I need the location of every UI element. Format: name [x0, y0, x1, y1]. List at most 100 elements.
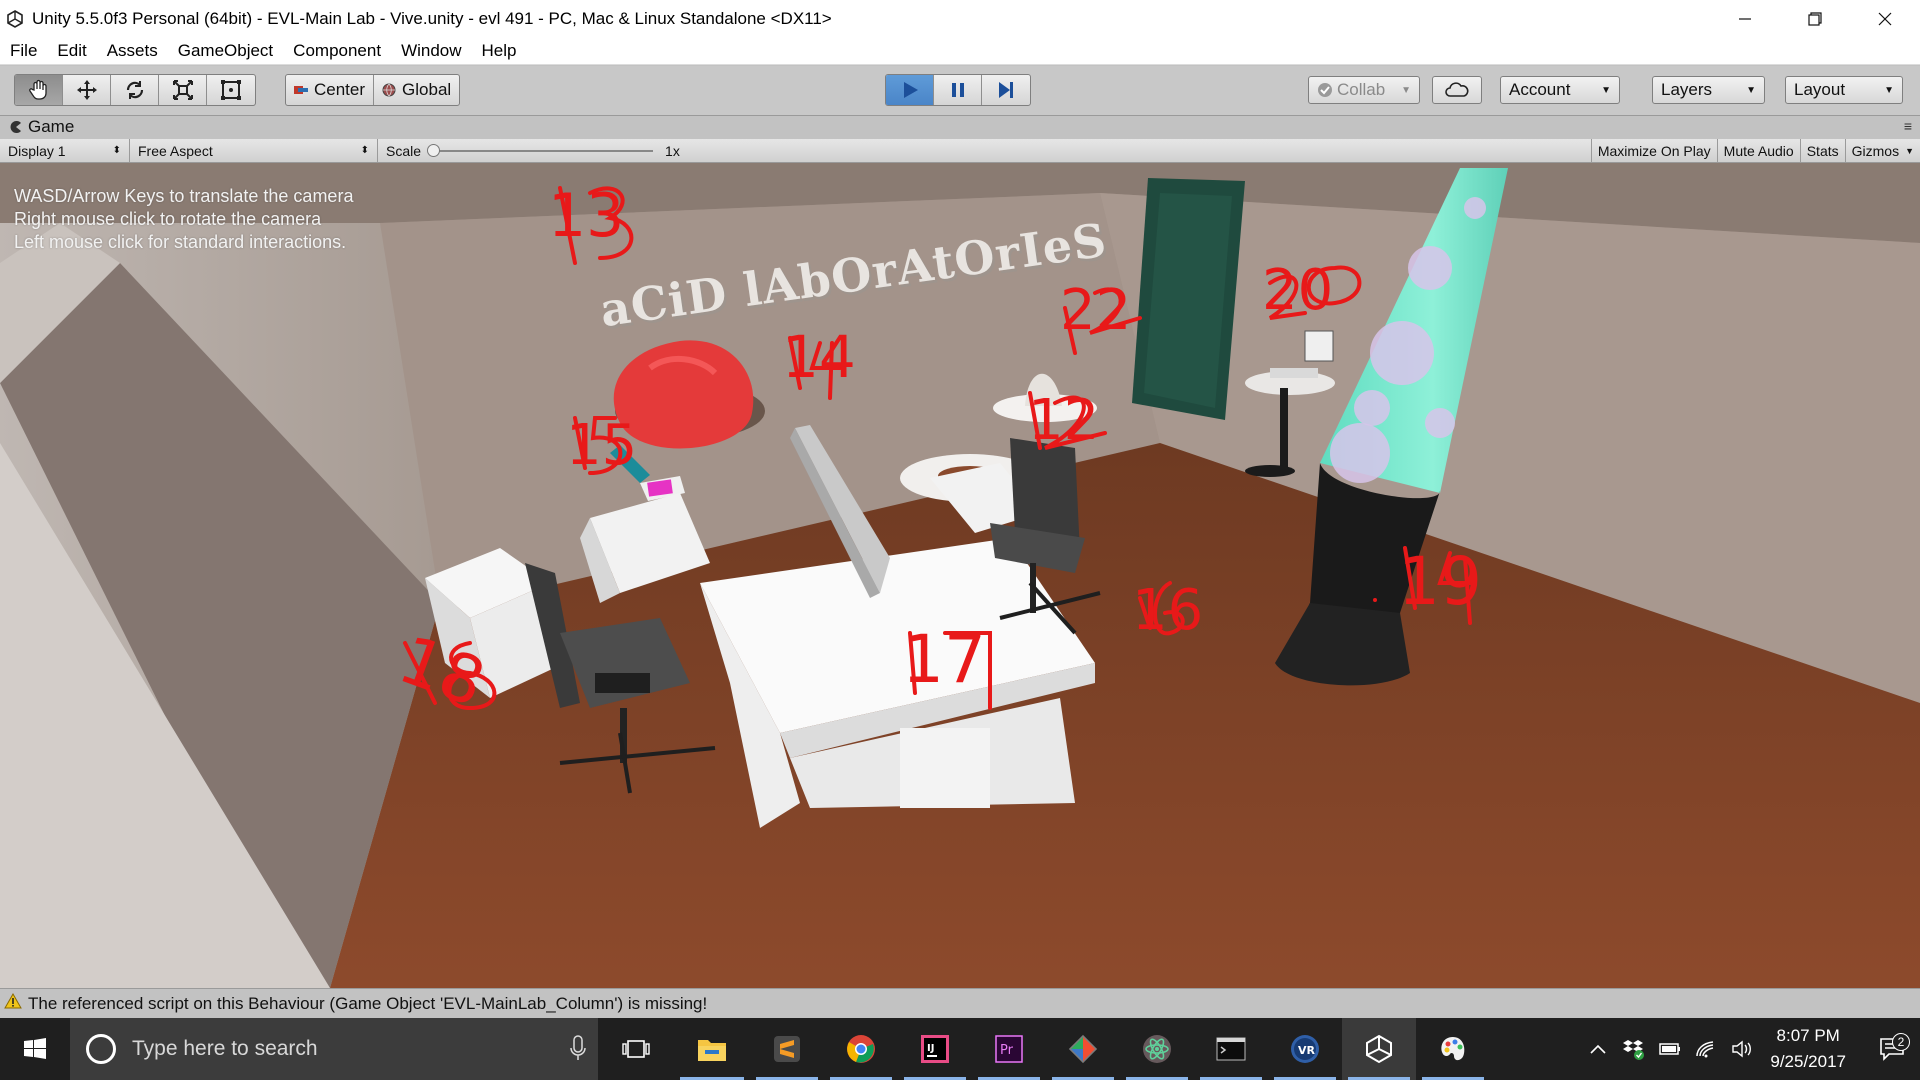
restore-button[interactable] — [1780, 0, 1850, 37]
svg-text:IJ: IJ — [927, 1043, 934, 1054]
account-dropdown[interactable]: Account ▼ — [1500, 76, 1620, 104]
volume-tray-button[interactable] — [1724, 1040, 1760, 1058]
scale-slider[interactable] — [427, 143, 654, 157]
cloud-button[interactable] — [1432, 76, 1482, 104]
intellij-icon: IJ — [921, 1035, 949, 1063]
status-message: The referenced script on this Behaviour … — [28, 993, 708, 1013]
show-hidden-icons-button[interactable] — [1580, 1044, 1616, 1054]
taskbar-search[interactable]: Type here to search — [70, 1018, 598, 1080]
collab-label: Collab — [1337, 80, 1386, 99]
menu-edit[interactable]: Edit — [47, 37, 96, 65]
main-toolbar: Center Global Collab ▼ Account ▼ Layers … — [0, 66, 1920, 116]
dropbox-tray-button[interactable] — [1616, 1038, 1652, 1060]
display-select[interactable]: Display 1 ⬍ — [0, 138, 130, 163]
close-button[interactable] — [1850, 0, 1920, 37]
display-label: Display 1 — [8, 142, 66, 159]
move-tool-button[interactable] — [63, 75, 111, 105]
menu-bar: File Edit Assets GameObject Component Wi… — [0, 37, 1920, 65]
action-center-button[interactable]: 2 — [1864, 1033, 1920, 1061]
taskbar-terminal[interactable] — [1194, 1018, 1268, 1080]
gizmos-dropdown[interactable]: Gizmos ▼ — [1844, 138, 1920, 163]
annotation-label: 20 — [1262, 258, 1334, 323]
taskbar-clock[interactable]: 8:07 PM 9/25/2017 — [1770, 1023, 1846, 1075]
rotate-icon — [126, 81, 143, 99]
layout-dropdown[interactable]: Layout ▼ — [1785, 76, 1903, 104]
stats-toggle[interactable]: Stats — [1799, 138, 1845, 163]
check-circle-icon — [1318, 83, 1332, 97]
taskbar-premiere[interactable]: Pr — [972, 1018, 1046, 1080]
vr-icon: VR — [1291, 1035, 1319, 1063]
terminal-icon — [1216, 1037, 1246, 1061]
cortana-icon — [86, 1034, 116, 1064]
taskbar-sublime-text[interactable] — [750, 1018, 824, 1080]
instruction-line: Right mouse click to rotate the camera — [14, 209, 322, 229]
scale-tool-button[interactable] — [159, 75, 207, 105]
globe-icon — [382, 83, 396, 97]
game-view[interactable]: WASD/Arrow Keys to translate the camera … — [0, 163, 1920, 988]
taskbar-intellij[interactable]: IJ — [898, 1018, 972, 1080]
annotation-label: 13 — [548, 181, 625, 251]
menu-help[interactable]: Help — [472, 37, 527, 65]
console-status-bar[interactable]: The referenced script on this Behaviour … — [0, 988, 1920, 1018]
tab-game[interactable]: Game — [10, 117, 74, 137]
pivot-center-button[interactable]: Center — [286, 75, 375, 105]
gizmos-label: Gizmos — [1851, 142, 1900, 159]
chevron-down-icon: ▼ — [1746, 84, 1756, 96]
maximize-on-play-toggle[interactable]: Maximize On Play — [1590, 138, 1717, 163]
play-button[interactable] — [886, 75, 934, 105]
step-icon — [999, 82, 1013, 98]
rotate-tool-button[interactable] — [111, 75, 159, 105]
taskbar-vr-app[interactable]: VR — [1268, 1018, 1342, 1080]
pivot-global-button[interactable]: Global — [374, 75, 459, 105]
search-placeholder: Type here to search — [132, 1037, 318, 1060]
windows-logo-icon — [24, 1038, 46, 1059]
menu-file[interactable]: File — [0, 37, 47, 65]
task-view-button[interactable] — [598, 1018, 674, 1080]
pivot-toggles: Center Global — [285, 74, 461, 106]
clock-date: 9/25/2017 — [1770, 1052, 1846, 1071]
layers-label: Layers — [1661, 80, 1713, 99]
game-panel-tab: Game ≡ — [0, 116, 1920, 138]
transform-tools — [14, 74, 256, 106]
system-tray: 8:07 PM 9/25/2017 2 — [1580, 1018, 1920, 1080]
pacman-icon — [10, 121, 21, 133]
taskbar-paint[interactable] — [1416, 1018, 1490, 1080]
taskbar-unity[interactable] — [1342, 1018, 1416, 1080]
taskbar-chrome[interactable] — [824, 1018, 898, 1080]
start-button[interactable] — [0, 1018, 70, 1080]
camera-instructions: WASD/Arrow Keys to translate the camera … — [14, 185, 353, 254]
svg-text:VR: VR — [1298, 1044, 1316, 1057]
windows-taskbar: Type here to search IJ Pr VR 8:07 PM 9/2… — [0, 1018, 1920, 1080]
pause-icon — [951, 83, 964, 97]
taskbar-atom[interactable] — [1120, 1018, 1194, 1080]
updown-icon: ⬍ — [112, 145, 121, 156]
taskbar-git[interactable] — [1046, 1018, 1120, 1080]
warning-icon — [4, 992, 22, 1014]
pivot-center-icon — [294, 86, 308, 94]
wifi-tray-button[interactable] — [1688, 1040, 1724, 1058]
minimize-button[interactable] — [1710, 0, 1780, 37]
maximize-label: Maximize On Play — [1597, 142, 1711, 159]
step-button[interactable] — [982, 75, 1030, 105]
mute-audio-toggle[interactable]: Mute Audio — [1716, 138, 1800, 163]
chevron-up-icon — [1590, 1044, 1606, 1054]
pause-button[interactable] — [934, 75, 982, 105]
menu-gameobject[interactable]: GameObject — [168, 37, 283, 65]
panel-menu-icon[interactable]: ≡ — [1904, 118, 1912, 134]
scale-slider-thumb[interactable] — [427, 143, 441, 157]
rect-transform-icon — [221, 80, 241, 100]
task-view-icon — [622, 1040, 650, 1058]
chevron-down-icon: ▼ — [1884, 84, 1894, 96]
chevron-down-icon: ▼ — [1401, 84, 1411, 96]
taskbar-file-explorer[interactable] — [674, 1018, 750, 1080]
microphone-icon[interactable] — [570, 1034, 586, 1067]
rect-tool-button[interactable] — [207, 75, 255, 105]
collab-dropdown[interactable]: Collab ▼ — [1308, 76, 1420, 104]
menu-component[interactable]: Component — [283, 37, 391, 65]
battery-tray-button[interactable] — [1652, 1041, 1688, 1057]
menu-window[interactable]: Window — [391, 37, 471, 65]
layers-dropdown[interactable]: Layers ▼ — [1652, 76, 1765, 104]
menu-assets[interactable]: Assets — [97, 37, 168, 65]
hand-tool-button[interactable] — [15, 75, 63, 105]
aspect-select[interactable]: Free Aspect ⬍ — [130, 138, 378, 163]
